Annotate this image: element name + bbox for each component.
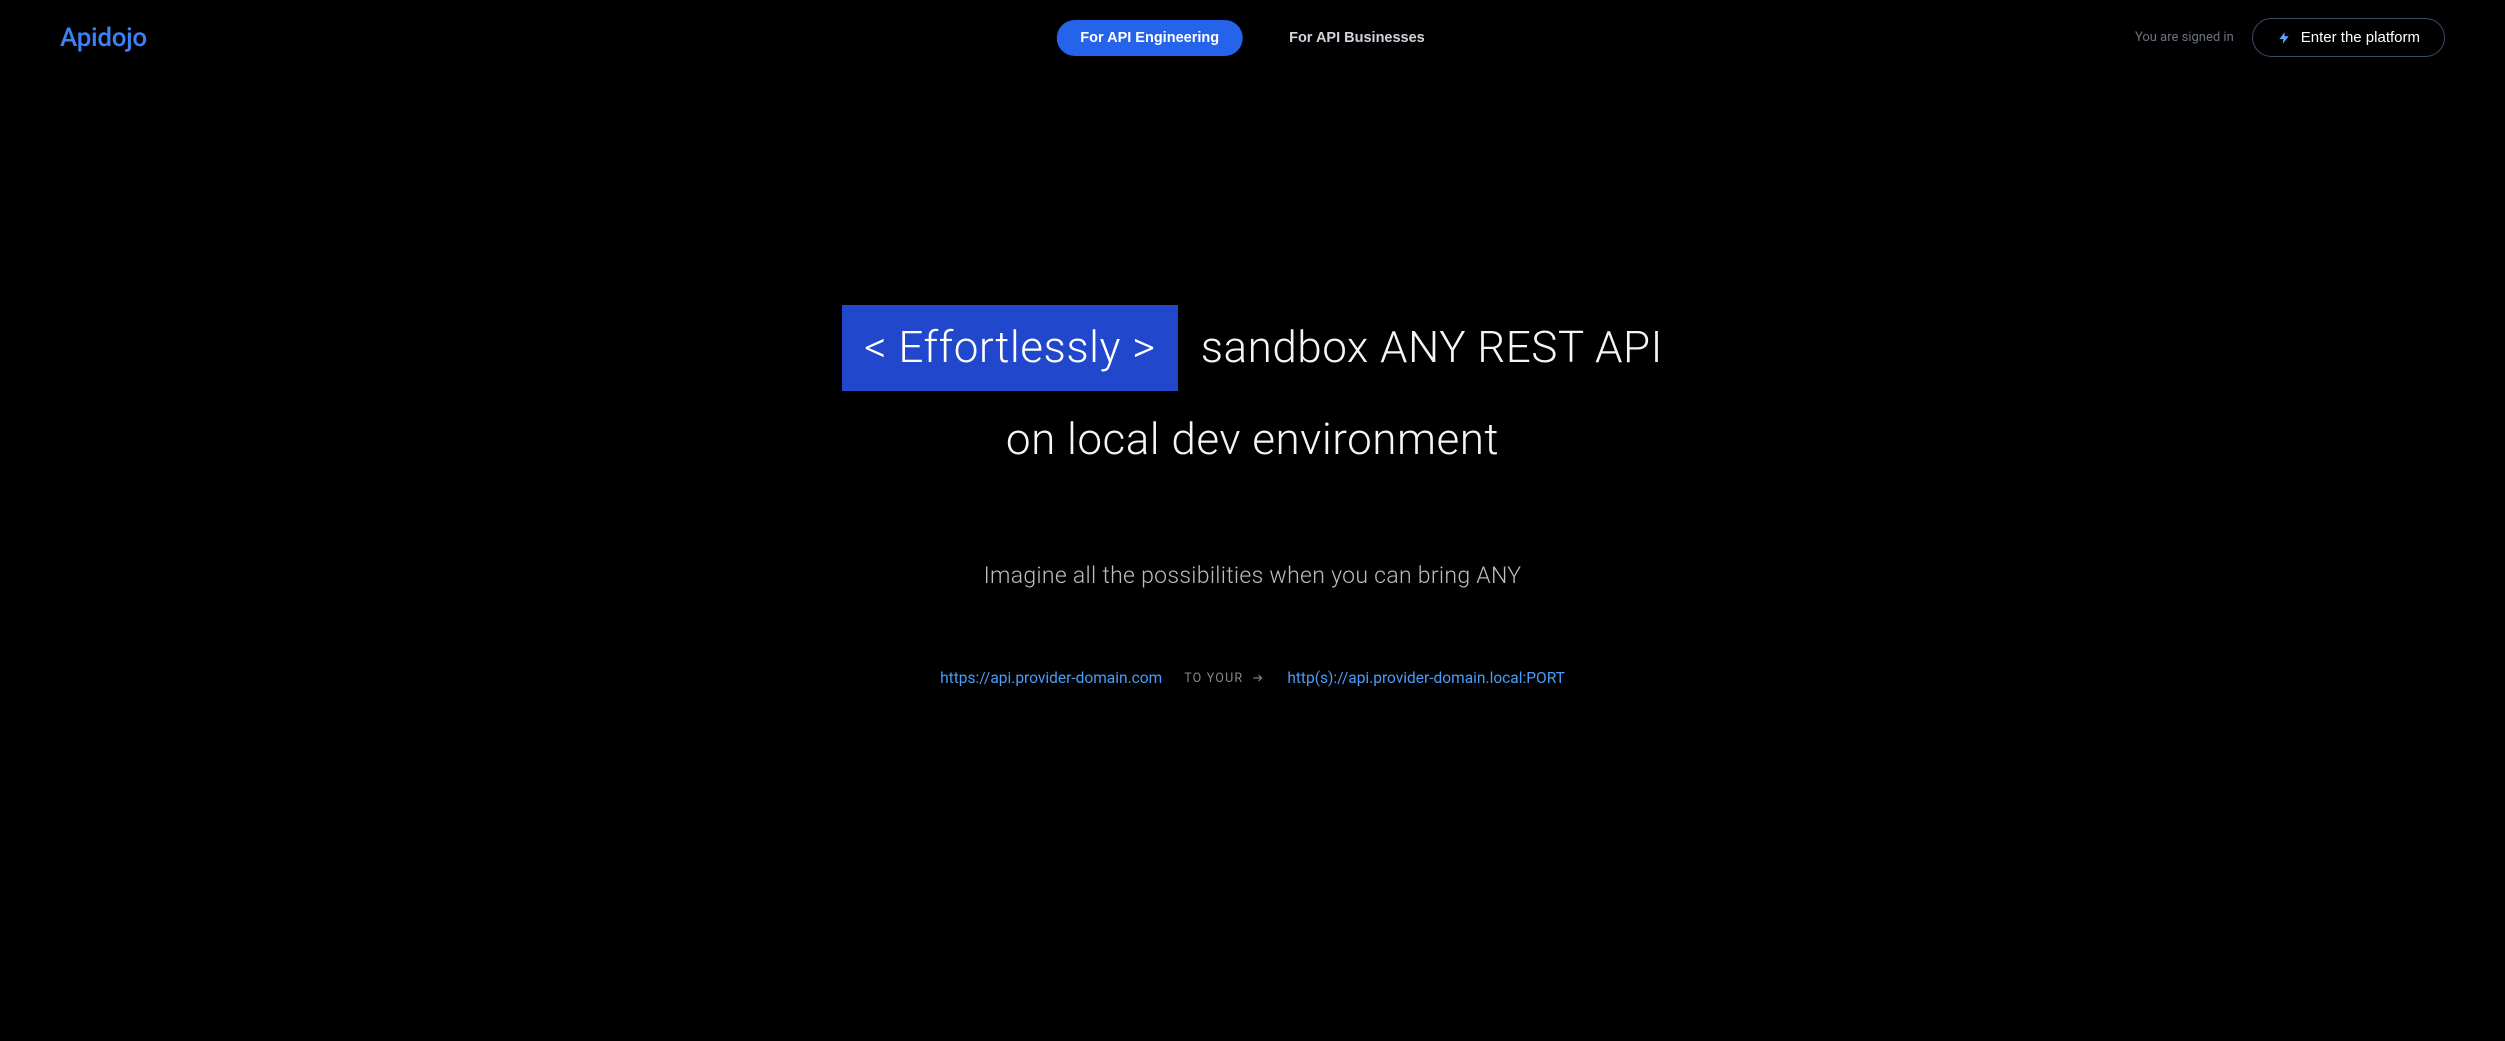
url-row: https://api.provider-domain.com TO YOUR … <box>0 669 2505 687</box>
signed-in-text: You are signed in <box>2135 30 2234 45</box>
nav-right: You are signed in Enter the platform <box>2135 18 2445 57</box>
hero: < Effortlessly > sandbox ANY REST API on… <box>0 75 2505 687</box>
url-to: http(s)://api.provider-domain.local:PORT <box>1287 669 1565 687</box>
hero-title-line1: < Effortlessly > sandbox ANY REST API <box>0 305 2505 391</box>
arrow-right-icon <box>1251 671 1265 685</box>
hero-line1-rest: sandbox ANY REST API <box>1193 321 1663 373</box>
nav-engineering-button[interactable]: For API Engineering <box>1056 20 1243 56</box>
hero-title-line2: on local dev environment <box>0 409 2505 471</box>
url-from: https://api.provider-domain.com <box>940 669 1162 687</box>
nav-center: For API Engineering For API Businesses <box>1056 20 1449 56</box>
to-your-label: TO YOUR <box>1184 671 1265 686</box>
header: Apidojo For API Engineering For API Busi… <box>0 0 2505 75</box>
logo[interactable]: Apidojo <box>60 23 147 53</box>
nav-businesses-button[interactable]: For API Businesses <box>1265 20 1449 56</box>
to-your-text: TO YOUR <box>1184 671 1243 686</box>
hero-highlight: < Effortlessly > <box>842 305 1177 391</box>
bolt-icon <box>2277 31 2291 45</box>
enter-platform-label: Enter the platform <box>2301 29 2420 46</box>
enter-platform-button[interactable]: Enter the platform <box>2252 18 2445 57</box>
hero-subtext: Imagine all the possibilities when you c… <box>0 562 2505 589</box>
